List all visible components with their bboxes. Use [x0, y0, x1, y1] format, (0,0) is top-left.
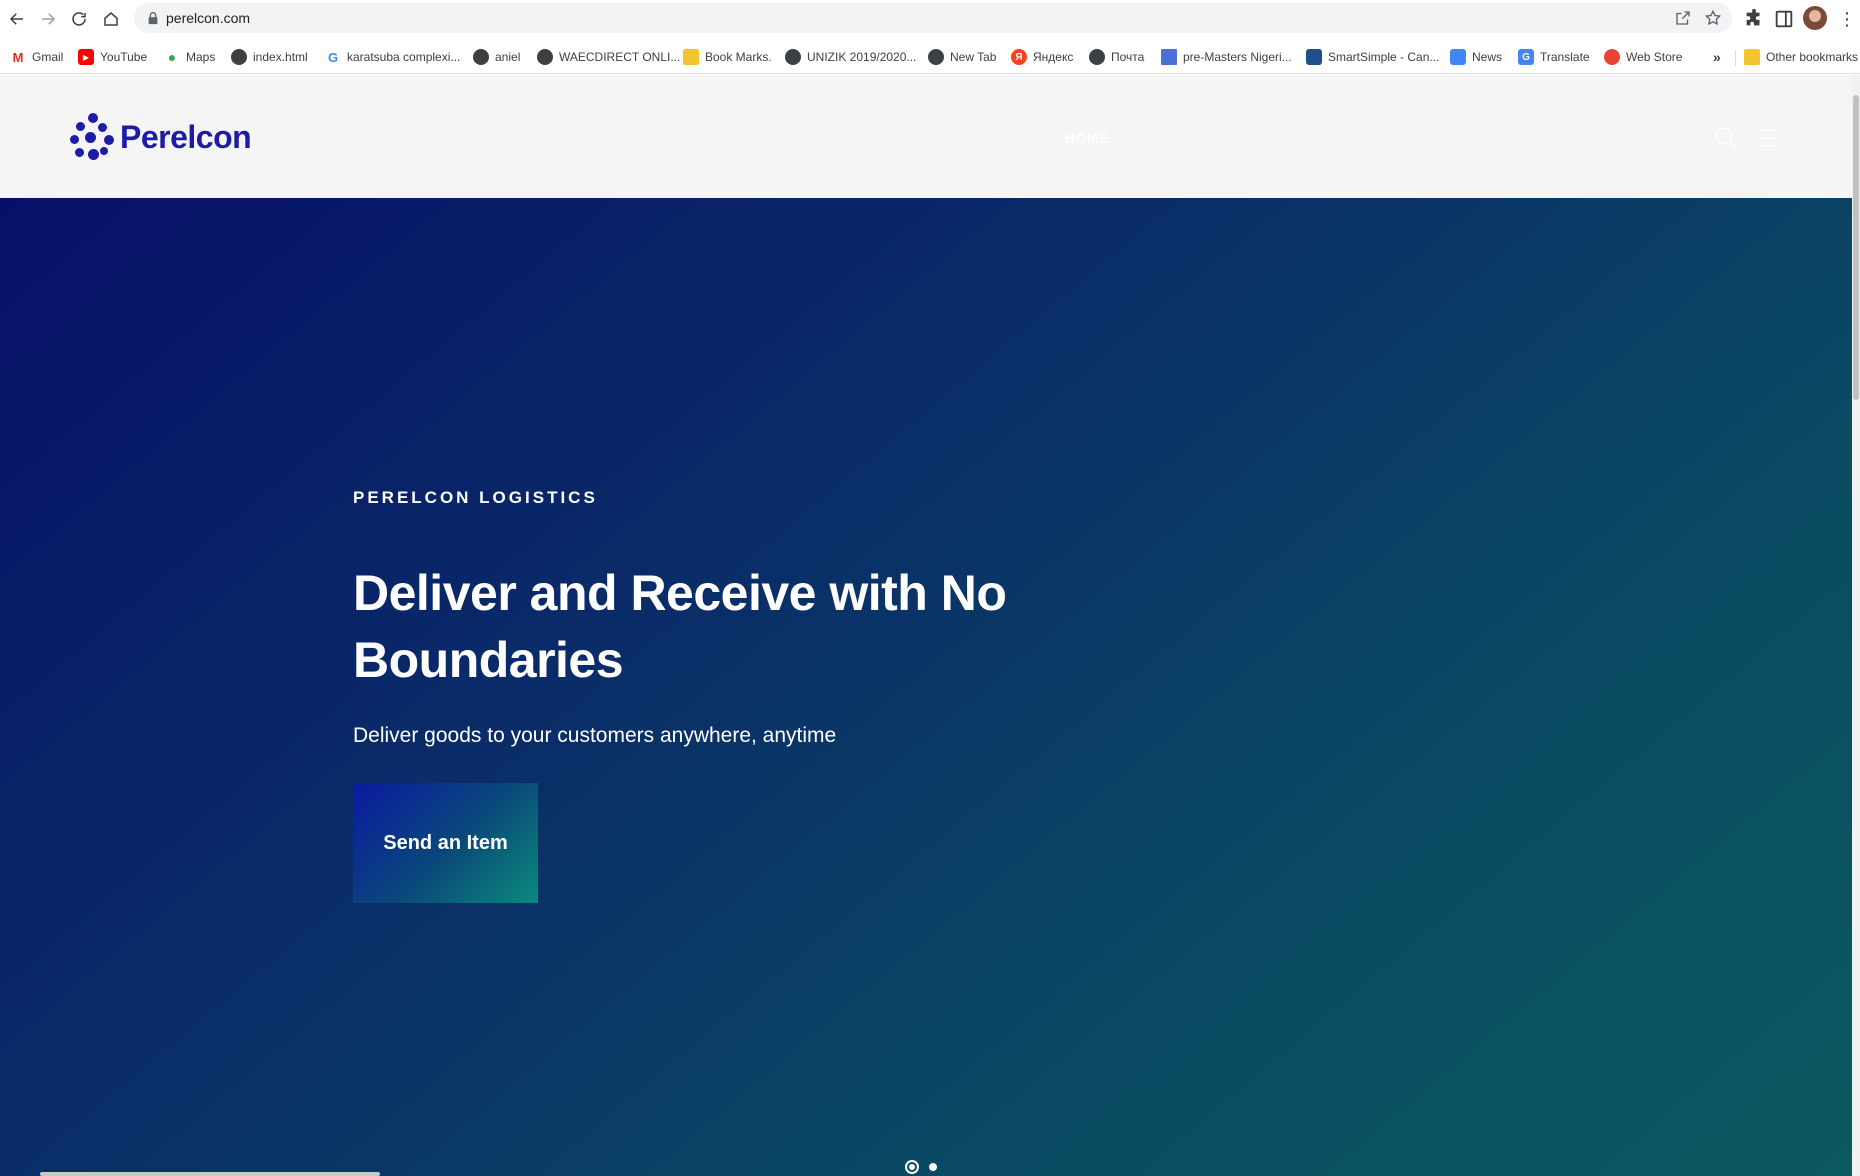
news-icon: [1450, 49, 1466, 65]
bookmark-yandex[interactable]: Я Яндекс: [1011, 47, 1073, 67]
site-logo[interactable]: Perelcon: [70, 113, 252, 161]
hero-eyebrow: PERELCON LOGISTICS: [353, 488, 598, 507]
bookmark-index[interactable]: index.html: [231, 47, 308, 67]
more-bookmarks-button[interactable]: »: [1713, 47, 1721, 67]
site-header: Perelcon HOME: [0, 75, 1852, 198]
bookmark-smartsimple[interactable]: SmartSimple - Can...: [1306, 47, 1439, 67]
doc-icon: [1161, 49, 1177, 65]
bookmark-label: Яндекс: [1033, 50, 1074, 64]
bookmarks-bar: M Gmail ▶ YouTube ● Maps index.html G ka…: [0, 38, 1860, 74]
reload-icon: [72, 12, 86, 26]
yandex-icon: Я: [1011, 49, 1027, 65]
search-icon[interactable]: [1713, 125, 1739, 151]
globe-icon: [928, 49, 944, 65]
slider-dot-1[interactable]: [905, 1160, 919, 1174]
bookmark-karatsuba[interactable]: G karatsuba complexi...: [325, 47, 460, 67]
bookmark-label: index.html: [253, 50, 308, 64]
url-text: perelcon.com: [166, 10, 251, 26]
lock-icon: [148, 12, 158, 25]
webstore-icon: [1604, 49, 1620, 65]
hero-section: PERELCON LOGISTICS Deliver and Receive w…: [0, 198, 1852, 1176]
bookmark-web-store[interactable]: Web Store: [1604, 47, 1682, 67]
bookmark-label: Web Store: [1626, 50, 1683, 64]
globe-icon: [473, 49, 489, 65]
bookmarks-divider: [1735, 50, 1736, 66]
bookmark-unizik[interactable]: UNIZIK 2019/2020...: [785, 47, 916, 67]
bookmark-news[interactable]: News: [1450, 47, 1502, 67]
logo-mark-icon: [70, 113, 118, 161]
hamburger-menu-icon[interactable]: [1756, 125, 1782, 151]
bookmark-label: WAECDIRECT ONLI...: [559, 50, 681, 64]
home-icon: [104, 12, 118, 26]
bookmark-label: YouTube: [100, 50, 148, 64]
vertical-scrollbar-thumb[interactable]: [1853, 95, 1859, 400]
bookmark-pre-masters[interactable]: pre-Masters Nigeri...: [1161, 47, 1292, 67]
google-icon: G: [327, 49, 339, 65]
bookmark-maps[interactable]: ● Maps: [164, 47, 216, 67]
bookmark-label: New Tab: [950, 50, 997, 64]
bookmark-youtube[interactable]: ▶ YouTube: [78, 47, 147, 67]
gmail-icon: M: [12, 49, 24, 65]
bookmark-folder-book-marks[interactable]: Book Marks.: [683, 47, 772, 67]
bookmark-label: Translate: [1540, 50, 1590, 64]
folder-icon: [1744, 49, 1760, 65]
bookmark-pochta[interactable]: Почта: [1089, 47, 1144, 67]
globe-icon: [785, 49, 801, 65]
browser-toolbar: perelcon.com ⋮: [0, 0, 1860, 38]
address-bar[interactable]: perelcon.com: [134, 3, 1732, 33]
reload-button[interactable]: [67, 7, 91, 31]
bookmark-label: pre-Masters Nigeri...: [1183, 50, 1292, 64]
folder-icon: [683, 49, 699, 65]
send-item-button[interactable]: Send an Item: [353, 783, 538, 903]
bookmark-label: Maps: [186, 50, 216, 64]
arrow-right-icon: [42, 13, 56, 25]
bookmark-waecdirect[interactable]: WAECDIRECT ONLI...: [537, 47, 680, 67]
bookmark-label: News: [1472, 50, 1503, 64]
globe-icon: [231, 49, 247, 65]
slider-dot-2[interactable]: [929, 1163, 937, 1171]
logo-text: Perelcon: [120, 118, 252, 155]
home-button[interactable]: [99, 7, 123, 31]
translate-icon: G: [1518, 49, 1534, 65]
profile-avatar[interactable]: [1803, 6, 1827, 30]
maps-icon: ●: [167, 49, 177, 65]
star-icon[interactable]: [1704, 9, 1722, 27]
bookmark-label: Gmail: [32, 50, 64, 64]
bookmark-aniel[interactable]: aniel: [473, 47, 520, 67]
bookmark-gmail[interactable]: M Gmail: [10, 47, 64, 67]
menu-kebab-icon[interactable]: ⋮: [1838, 9, 1856, 29]
bookmark-label: Book Marks.: [705, 50, 772, 64]
nav-home-link[interactable]: HOME: [1065, 130, 1109, 146]
bookmark-label: SmartSimple - Can...: [1328, 50, 1440, 64]
hero-headline: Deliver and Receive with No Boundaries: [353, 565, 1007, 688]
bookmark-label: UNIZIK 2019/2020...: [807, 50, 917, 64]
hero-subline: Deliver goods to your customers anywhere…: [353, 724, 837, 747]
slider-pagination: [905, 1160, 937, 1174]
bookmark-label: aniel: [495, 50, 521, 64]
horizontal-scrollbar[interactable]: [40, 1172, 380, 1176]
arrow-left-icon: [9, 13, 23, 25]
youtube-icon: ▶: [78, 49, 94, 65]
bookmark-translate[interactable]: G Translate: [1518, 47, 1590, 67]
bookmark-label: Other bookmarks: [1766, 50, 1859, 64]
bookmark-label: karatsuba complexi...: [347, 50, 461, 64]
globe-icon: [1089, 49, 1105, 65]
bookmark-other[interactable]: Other bookmarks: [1744, 47, 1858, 67]
forward-button[interactable]: [36, 7, 60, 31]
side-panel-icon[interactable]: [1773, 8, 1795, 30]
bookmark-new-tab[interactable]: New Tab: [928, 47, 996, 67]
globe-icon: [537, 49, 553, 65]
extensions-icon[interactable]: [1743, 8, 1765, 30]
bookmark-label: Почта: [1111, 50, 1145, 64]
back-button[interactable]: [5, 7, 29, 31]
share-icon[interactable]: [1674, 9, 1692, 27]
smartsimple-icon: [1306, 49, 1322, 65]
